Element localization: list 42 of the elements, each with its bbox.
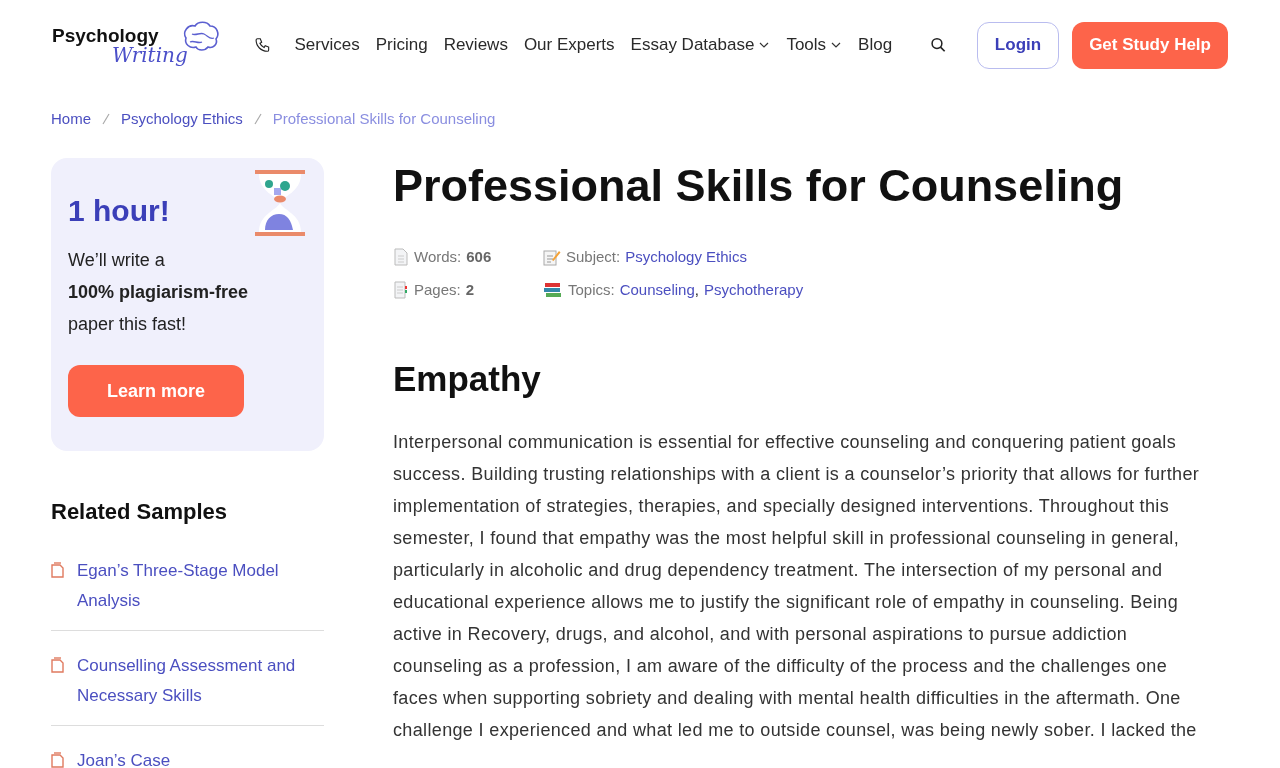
section-heading: Empathy: [393, 358, 542, 400]
related-samples-heading: Related Samples: [51, 498, 229, 526]
promo-title: 1 hour!: [68, 193, 170, 229]
nav-link[interactable]: Essay Database: [630, 32, 771, 58]
promo-text: We’ll write a 100% plagiarism-free paper this fast!: [68, 249, 250, 336]
meta-label: Words:: [414, 247, 462, 267]
memo-pencil-icon: [543, 248, 561, 267]
topic-link[interactable]: Psychotherapy: [703, 278, 804, 301]
article-title: Professional Skills for Counseling: [393, 159, 1125, 213]
nav-link[interactable]: Reviews: [443, 32, 508, 58]
slash-icon: [253, 113, 262, 125]
meta-value: 2: [465, 279, 475, 300]
document-icon: [393, 248, 409, 267]
nav-link[interactable]: Our Experts: [523, 32, 615, 58]
meta-value: 606: [466, 247, 492, 267]
logo[interactable]: Psychology Writing: [52, 25, 220, 65]
nav-link[interactable]: Pricing: [375, 32, 428, 58]
hourglass-drawing: [255, 170, 305, 236]
slash-icon: [102, 113, 110, 125]
logo-wordmark: Psychology: [52, 25, 159, 45]
meta-label: Subject:: [566, 247, 621, 267]
document-icon: [51, 752, 65, 768]
related-sample-link[interactable]: Counselling Assessment and Necessary Skills: [77, 651, 324, 711]
breadcrumb-link[interactable]: Psychology Ethics: [121, 107, 243, 131]
article-paragraph: Interpersonal communication is essential for effective counseling and conquering patient goals success. Building trusting relationships with a client is a counselor’s priority that allows for further implementation of strategies, therapies, and specially designed interventions. Throughout this semester, I found that empathy was the most helpful skill in professional counseling in general, particularly in alcoholic and drug dependency treatment. The intersection of my personal and educational experience allows me to justify the significant role of empathy in counseling. Being active in Recovery, drugs, and alcohol, and with personal aspirations to pursue addiction counseling as a profession, I am aware of the difficulty of the process and the challenges one faces when supporting sobriety and dealing with mental health difficulties in the aftermath. One challenge I experienced and what led me to outside counsel, was being newly sober. I lacked the: [393, 430, 1201, 742]
nav-link[interactable]: Services: [294, 32, 360, 58]
nav-link[interactable]: Tools: [786, 32, 843, 58]
nav-link[interactable]: Blog: [858, 32, 893, 58]
pages-icon: [393, 280, 409, 299]
logo-script-text: Writing: [112, 44, 188, 65]
meta-label: Topics:: [568, 279, 615, 300]
phone-icon[interactable]: [253, 35, 271, 55]
related-sample-link[interactable]: Joan’s Case: [77, 746, 171, 768]
document-icon: [51, 562, 65, 578]
related-sample-link[interactable]: Egan’s Three-Stage Model Analysis: [77, 556, 324, 616]
login-button[interactable]: Login: [976, 21, 1060, 69]
topic-link[interactable]: Counseling,: [619, 278, 699, 301]
breadcrumb-link[interactable]: Home: [51, 107, 91, 131]
meta-label: Pages:: [414, 279, 461, 300]
document-icon: [51, 657, 65, 673]
topic-link[interactable]: Psychology Ethics: [625, 246, 747, 269]
books-icon: [543, 280, 563, 299]
